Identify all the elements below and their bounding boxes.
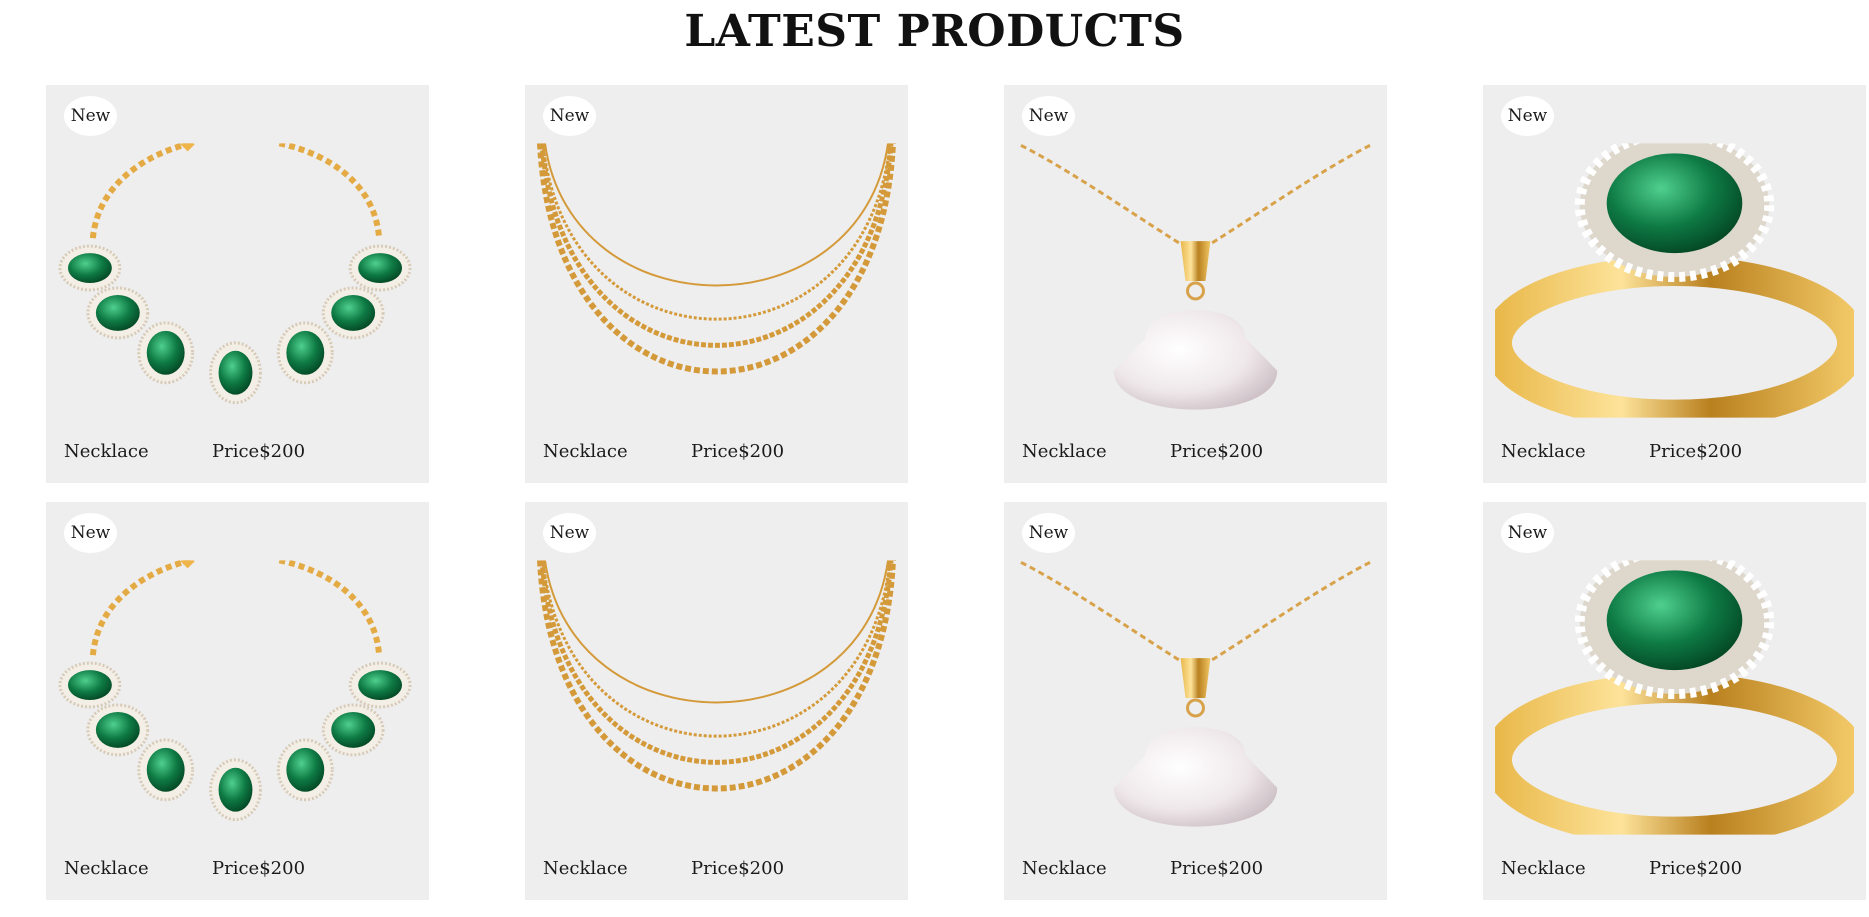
product-card[interactable]: New Necklace Price$200	[46, 85, 429, 483]
emerald-ring-image	[1495, 143, 1854, 418]
new-badge: New	[64, 96, 117, 136]
product-card[interactable]: New Necklace Price$200	[525, 502, 908, 900]
new-badge: New	[1022, 96, 1075, 136]
product-name[interactable]: Necklace	[1501, 858, 1586, 879]
product-name[interactable]: Necklace	[1501, 441, 1586, 462]
new-badge: New	[1022, 513, 1075, 553]
pearl-pendant-image	[1016, 560, 1375, 835]
product-card[interactable]: New Necklace Price$200	[1483, 85, 1866, 483]
product-price: Price$200	[212, 858, 306, 879]
product-price: Price$200	[691, 858, 785, 879]
product-card[interactable]: New Necklace Price$200	[1483, 502, 1866, 900]
new-badge: New	[543, 96, 596, 136]
product-name[interactable]: Necklace	[64, 858, 149, 879]
product-price: Price$200	[691, 441, 785, 462]
product-name[interactable]: Necklace	[543, 441, 628, 462]
emerald-necklace-image	[58, 560, 417, 835]
product-card[interactable]: New Necklace Price$200	[525, 85, 908, 483]
product-grid: New Necklace Price$200 New Necklace Pric…	[46, 85, 1866, 903]
product-name[interactable]: Necklace	[543, 858, 628, 879]
section-title: LATEST PRODUCTS	[684, 6, 1185, 57]
product-card[interactable]: New Necklace Price$200	[1004, 502, 1387, 900]
new-badge: New	[1501, 513, 1554, 553]
product-price: Price$200	[1649, 858, 1743, 879]
new-badge: New	[64, 513, 117, 553]
new-badge: New	[1501, 96, 1554, 136]
product-card[interactable]: New Necklace Price$200	[46, 502, 429, 900]
emerald-necklace-image	[58, 143, 417, 418]
product-card[interactable]: New Necklace Price$200	[1004, 85, 1387, 483]
product-price: Price$200	[1170, 441, 1264, 462]
product-name[interactable]: Necklace	[1022, 858, 1107, 879]
gold-chain-necklace-image	[537, 560, 896, 835]
emerald-ring-image	[1495, 560, 1854, 835]
pearl-pendant-image	[1016, 143, 1375, 418]
product-price: Price$200	[1649, 441, 1743, 462]
product-name[interactable]: Necklace	[64, 441, 149, 462]
product-name[interactable]: Necklace	[1022, 441, 1107, 462]
gold-chain-necklace-image	[537, 143, 896, 418]
product-price: Price$200	[1170, 858, 1264, 879]
product-price: Price$200	[212, 441, 306, 462]
new-badge: New	[543, 513, 596, 553]
